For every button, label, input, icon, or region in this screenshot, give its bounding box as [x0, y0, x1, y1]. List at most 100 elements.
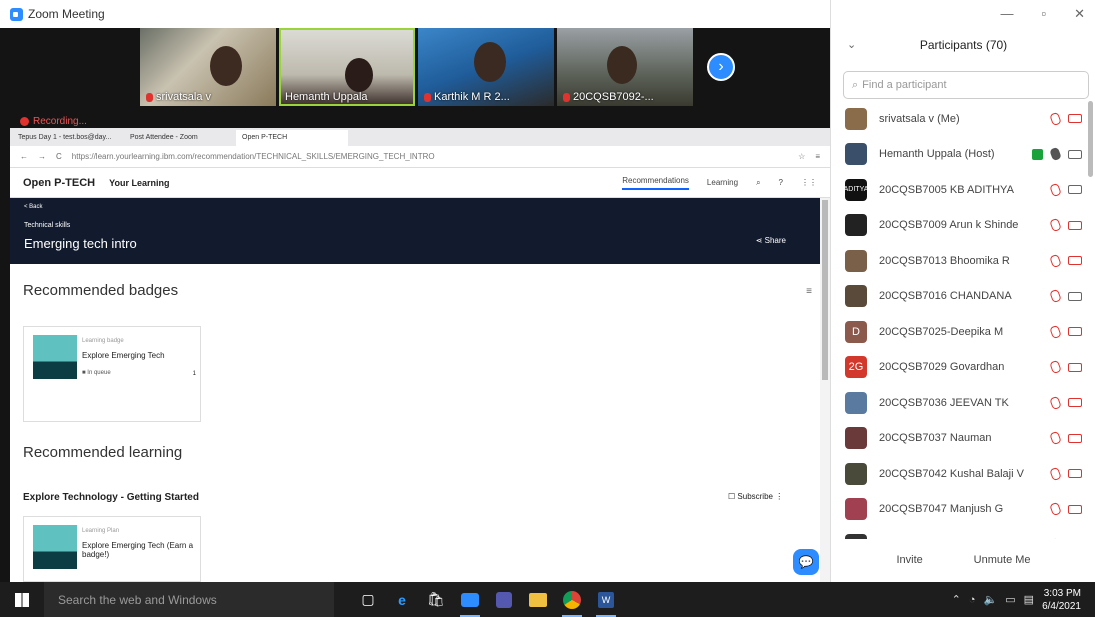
participant-row[interactable]: Hemanth Uppala (Host) — [831, 137, 1095, 173]
next-videos-button[interactable]: › — [707, 53, 735, 81]
participant-row[interactable]: 20CQSB7016 CHANDANA — [831, 279, 1095, 315]
reload-icon[interactable]: C — [56, 152, 62, 161]
your-learning-link[interactable]: Your Learning — [109, 178, 169, 188]
site-navbar: Open P-TECH Your Learning Recommendation… — [10, 168, 830, 198]
participant-status-icons — [1049, 466, 1082, 481]
video-tile[interactable]: 20CQSB7092-... — [557, 28, 693, 106]
chat-bubble-icon[interactable]: 💬 — [793, 549, 819, 575]
avatar — [845, 214, 867, 237]
forward-arrow-icon[interactable]: → — [38, 152, 46, 161]
badges-heading: Recommended badges — [23, 282, 179, 299]
share-status-icon — [1032, 148, 1043, 160]
browser-tab[interactable]: Tepus Day 1 - test.bos@day... — [12, 130, 124, 146]
browser-tab-active[interactable]: Open P-TECH — [236, 130, 348, 146]
participant-row[interactable]: ADITYA 20CQSB7005 KB ADITHYA — [831, 172, 1095, 208]
window-title: Zoom Meeting — [28, 7, 105, 21]
help-icon[interactable]: ? — [779, 178, 783, 187]
muted-mic-icon — [1049, 111, 1062, 126]
invite-button[interactable]: Invite — [886, 550, 932, 570]
tray-chevron-icon[interactable]: ⌃ — [952, 593, 961, 606]
edge-browser-icon[interactable]: e — [388, 586, 416, 614]
share-button[interactable]: ⋖ Share — [756, 236, 786, 245]
search-icon[interactable]: ⌕ — [756, 178, 760, 188]
card-title: Explore Emerging Tech (Earn a badge!) — [82, 541, 194, 559]
taskbar-clock[interactable]: 3:03 PM 6/4/2021 — [1042, 587, 1081, 613]
participant-row[interactable]: 20CQSB7013 Bhoomika R — [831, 243, 1095, 279]
recording-label: Recording... — [33, 116, 87, 127]
participant-row[interactable]: D 20CQSB7025-Deepika M — [831, 314, 1095, 350]
page-title: Emerging tech intro — [24, 236, 137, 251]
plan-card[interactable]: Learning Plan Explore Emerging Tech (Ear… — [23, 516, 201, 582]
video-tile-name: Hemanth Uppala — [285, 91, 368, 103]
grid-icon[interactable]: ⋮⋮ — [801, 178, 817, 187]
recommendations-menu[interactable]: Recommendations — [622, 176, 689, 190]
video-off-icon — [1068, 398, 1082, 408]
panel-header: — ▫ ✕ ⌄ Participants (70) — [831, 0, 1095, 68]
avatar — [845, 107, 867, 130]
restore-icon[interactable]: ▫ — [1041, 6, 1046, 22]
participant-row[interactable]: 2G 20CQSB7029 Govardhan — [831, 350, 1095, 386]
video-tile[interactable]: Karthik M R 2... — [418, 28, 554, 106]
address-bar: ← → C https://learn.yourlearning.ibm.com… — [10, 146, 830, 168]
url-field[interactable]: https://learn.yourlearning.ibm.com/recom… — [72, 152, 788, 161]
avatar: 2G — [845, 356, 867, 379]
learning-heading: Recommended learning — [23, 444, 183, 461]
list-view-icon[interactable]: ≡ — [806, 286, 812, 297]
battery-icon[interactable]: ▭ — [1005, 593, 1015, 606]
word-icon[interactable]: W — [592, 586, 620, 617]
video-tile[interactable]: srivatsala v — [140, 28, 276, 106]
task-view-icon[interactable]: ▢ — [354, 586, 382, 614]
participant-row[interactable]: srivatsala v (Me) — [831, 101, 1095, 137]
participant-name: Hemanth Uppala (Host) — [879, 148, 995, 161]
unmute-me-button[interactable]: Unmute Me — [964, 550, 1041, 570]
participant-name: 20CQSB7036 JEEVAN TK — [879, 396, 1009, 409]
volume-icon[interactable]: 🔈 — [984, 593, 998, 606]
chrome-icon[interactable] — [558, 586, 586, 617]
zoom-app-icon[interactable] — [456, 586, 484, 617]
participant-row[interactable]: 20CQSB7009 Arun k Shinde — [831, 208, 1095, 244]
participant-status-icons — [1049, 253, 1082, 268]
site-brand[interactable]: Open P-TECH — [23, 177, 95, 189]
meeting-stage: srivatsala v Hemanth Uppala Karthik M R … — [0, 28, 830, 582]
browser-tab[interactable]: Post Attendee - Zoom — [124, 130, 236, 146]
minimize-icon[interactable]: — — [1000, 6, 1013, 22]
participant-name: 20CQSB7005 KB ADITHYA — [879, 183, 1014, 196]
video-off-icon — [1068, 220, 1082, 230]
video-tile-active-speaker[interactable]: Hemanth Uppala — [279, 28, 415, 106]
banner-category: Technical skills — [24, 222, 71, 229]
teams-icon[interactable] — [490, 586, 518, 614]
participant-row[interactable]: 20CQSB7047 Manjush G — [831, 492, 1095, 528]
participant-scrollbar[interactable] — [1088, 101, 1093, 177]
zoom-logo-icon — [10, 7, 23, 21]
store-icon[interactable]: 🛍 — [422, 586, 450, 614]
video-icon — [1068, 185, 1082, 195]
participant-row[interactable]: 20CQSB7066 R... ...RAJ — [831, 527, 1095, 539]
badge-card[interactable]: Learning badge Explore Emerging Tech ■ I… — [23, 326, 201, 422]
avatar: D — [845, 320, 867, 343]
muted-mic-icon — [1049, 182, 1062, 197]
subsection-title[interactable]: Explore Technology - Getting Started — [23, 492, 199, 503]
participant-row[interactable]: 20CQSB7037 Nauman — [831, 421, 1095, 457]
participant-status-icons — [1049, 395, 1082, 410]
windows-start-icon[interactable] — [0, 582, 44, 617]
taskbar-search[interactable]: Search the web and Windows — [44, 582, 334, 617]
taskbar-apps: ▢ e 🛍 W — [354, 586, 620, 617]
avatar: ADITYA — [844, 178, 868, 201]
browser-scrollbar[interactable] — [820, 198, 830, 582]
back-link[interactable]: < Back — [24, 204, 43, 210]
subscribe-button[interactable]: ☐ Subscribe ⋮ — [728, 492, 783, 501]
back-arrow-icon[interactable]: ← — [20, 152, 28, 161]
window-controls: — ▫ ✕ — [1000, 6, 1085, 22]
notification-icon[interactable]: ▤ — [1024, 593, 1034, 606]
file-explorer-icon[interactable] — [524, 586, 552, 614]
learning-menu[interactable]: Learning — [707, 178, 738, 187]
close-icon[interactable]: ✕ — [1074, 6, 1085, 22]
star-icon[interactable]: ☆ — [798, 152, 805, 161]
page-content: Recommended badges ≡ Learning badge Expl… — [10, 264, 830, 582]
menu-icon[interactable]: ≡ — [815, 152, 820, 161]
network-icon[interactable]: ◔ — [969, 594, 976, 606]
participant-search-input[interactable]: ⌕ Find a participant — [843, 71, 1089, 99]
participant-row[interactable]: 20CQSB7036 JEEVAN TK — [831, 385, 1095, 421]
record-dot-icon — [20, 117, 29, 126]
participant-row[interactable]: 20CQSB7042 Kushal Balaji V — [831, 456, 1095, 492]
